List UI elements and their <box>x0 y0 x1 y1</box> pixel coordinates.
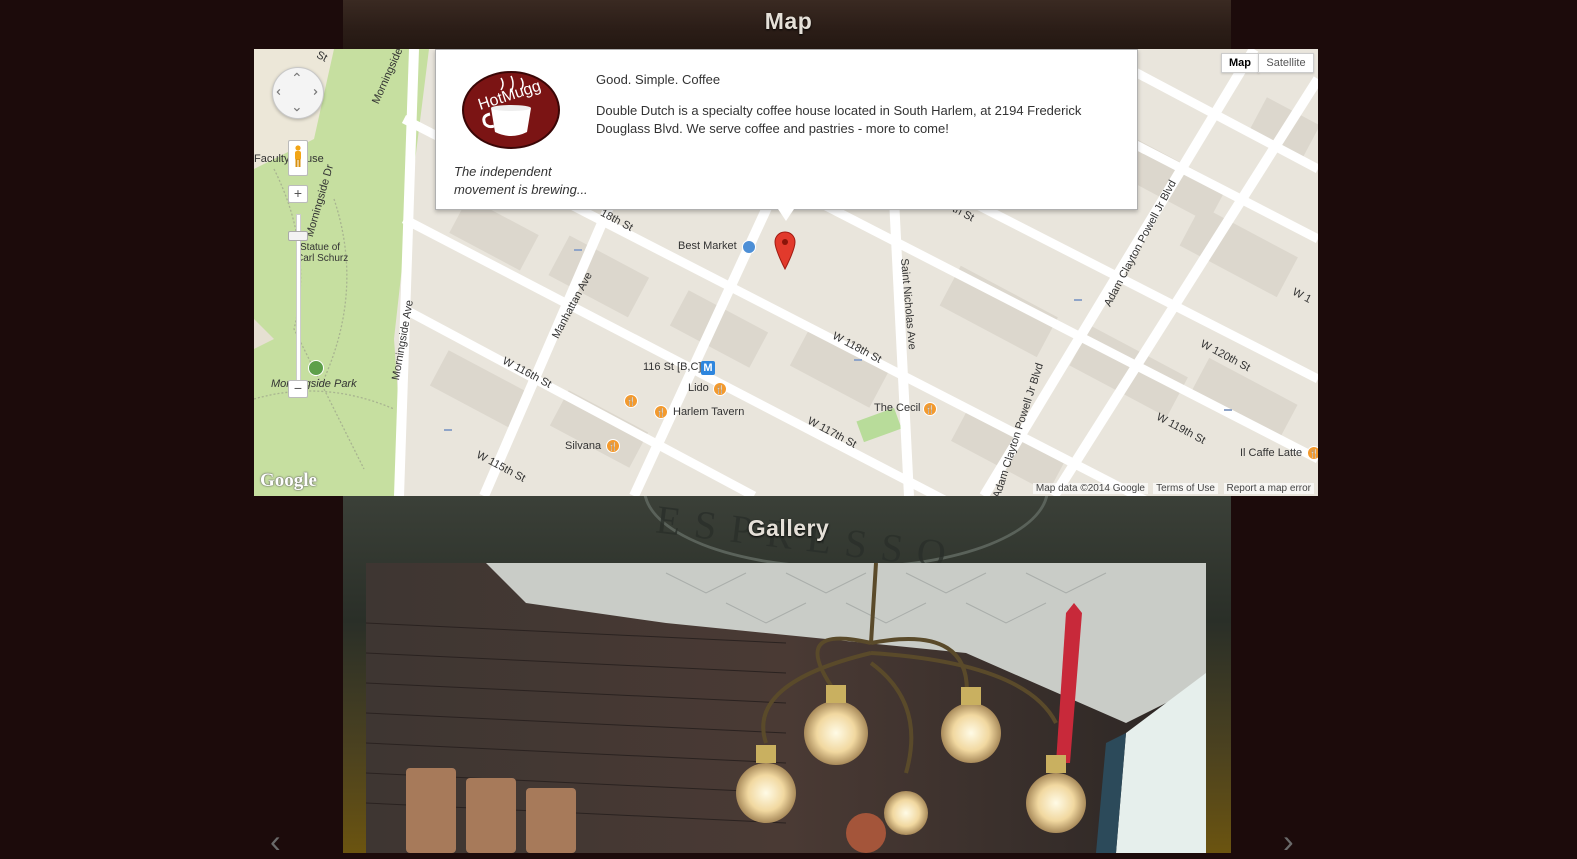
pegman-icon <box>295 145 301 167</box>
restaurant-icon[interactable]: 🍴 <box>606 439 620 453</box>
info-window[interactable]: HotMugg The independent movement is brew… <box>435 49 1138 221</box>
info-description: Double Dutch is a specialty coffee house… <box>596 103 1082 136</box>
map-type-satellite-button[interactable]: Satellite <box>1258 53 1314 73</box>
gallery-prev-arrow[interactable]: ‹ <box>270 825 281 857</box>
info-heading: Good. Simple. Coffee <box>596 72 721 87</box>
pan-down-icon[interactable]: ⌃ <box>291 98 303 114</box>
gallery-next-arrow[interactable]: › <box>1283 825 1294 857</box>
hotmugg-logo: HotMugg <box>462 71 560 149</box>
place-label: use <box>306 153 324 165</box>
place-label: Morningside Park <box>271 378 357 390</box>
zoom-out-button[interactable]: − <box>288 380 308 398</box>
shopping-cart-icon[interactable] <box>742 240 756 254</box>
restaurant-icon[interactable]: 🍴 <box>713 382 727 396</box>
place-label[interactable]: Lido <box>688 382 709 394</box>
info-tagline: The independent movement is brewing... <box>454 164 588 197</box>
pan-up-icon[interactable]: ⌃ <box>291 71 303 85</box>
place-label[interactable]: Best Market <box>678 240 737 252</box>
map-data-attribution: Map data ©2014 Google <box>1032 483 1148 494</box>
place-label[interactable]: Il Caffe Latte <box>1240 447 1302 459</box>
info-window-pointer <box>778 209 794 221</box>
restaurant-icon[interactable]: 🍴 <box>1307 446 1318 460</box>
restaurant-icon[interactable]: 🍴 <box>624 394 638 408</box>
map-section-title: Map <box>764 8 813 34</box>
map-type-map-button[interactable]: Map <box>1221 53 1259 73</box>
pan-right-icon[interactable]: ⌃ <box>304 86 320 98</box>
park-tree-icon <box>308 360 324 376</box>
gallery-image[interactable] <box>366 563 1206 853</box>
place-label: Faculty <box>254 153 290 165</box>
pan-control[interactable]: ⌃ ⌃ ⌃ ⌃ <box>272 67 324 119</box>
place-label: Carl Schurz <box>296 253 349 264</box>
location-marker-icon[interactable] <box>774 231 796 271</box>
google-logo[interactable]: Google <box>260 470 317 492</box>
restaurant-icon[interactable]: 🍴 <box>654 405 668 419</box>
report-map-error-link[interactable]: Report a map error <box>1223 483 1314 494</box>
google-map[interactable]: 18th St W 116th St W 115th St W 117th St… <box>254 49 1318 496</box>
zoom-slider-thumb[interactable] <box>288 231 308 241</box>
restaurant-icon[interactable]: 🍴 <box>923 402 937 416</box>
pan-left-icon[interactable]: ⌃ <box>274 86 290 98</box>
gallery-section-title: Gallery <box>747 515 830 541</box>
place-label: Statue of <box>300 242 341 253</box>
place-label[interactable]: 116 St [B,C] <box>643 361 702 373</box>
terms-of-use-link[interactable]: Terms of Use <box>1153 483 1218 494</box>
street-view-pegman[interactable] <box>288 140 308 176</box>
place-label[interactable]: The Cecil <box>874 402 920 414</box>
zoom-in-button[interactable]: + <box>288 185 308 203</box>
chandelier-photo <box>366 563 1206 853</box>
place-label[interactable]: Silvana <box>565 440 601 452</box>
subway-icon[interactable]: M <box>701 361 715 375</box>
place-label[interactable]: Harlem Tavern <box>673 406 744 418</box>
